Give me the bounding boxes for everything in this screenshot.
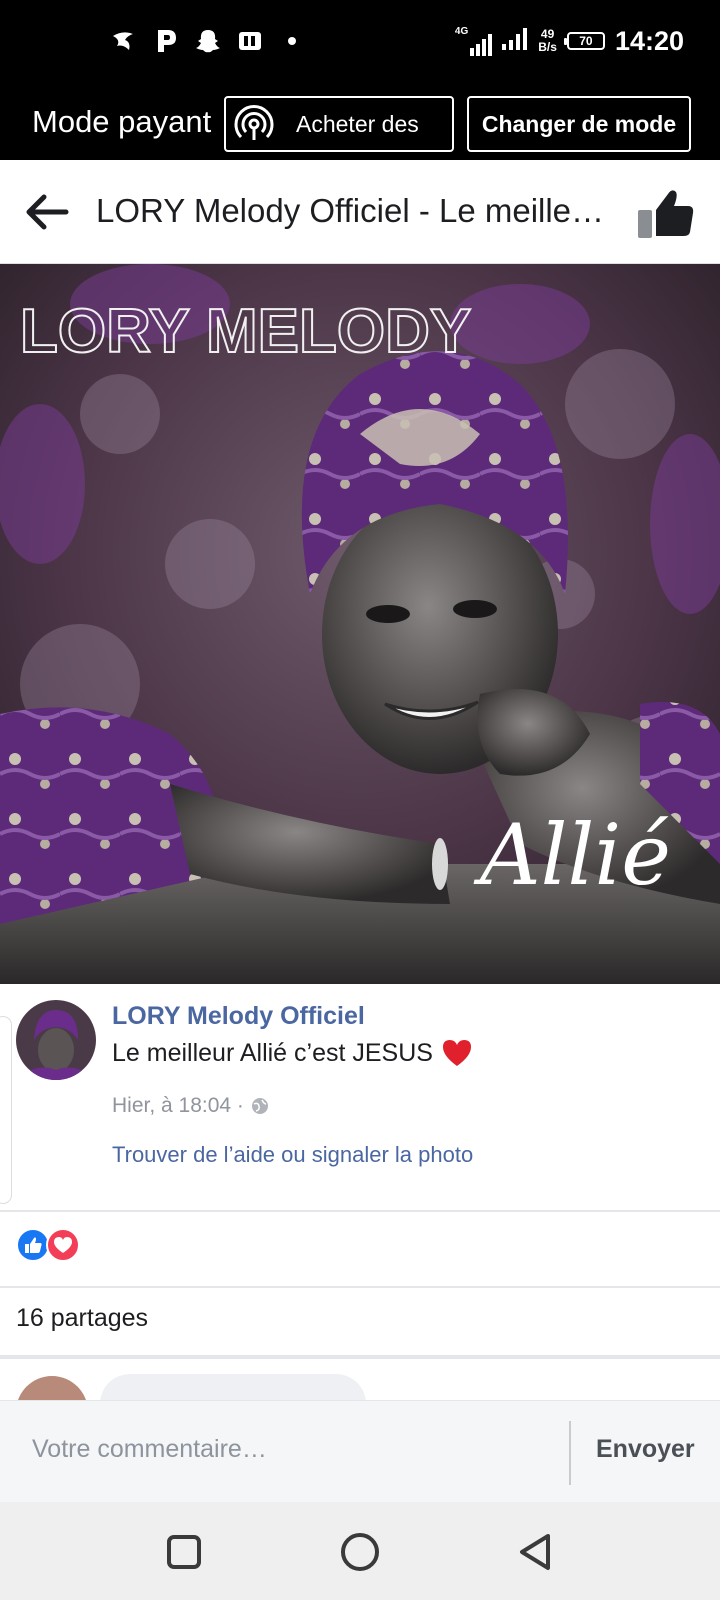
buy-data-button[interactable]: Acheter des bbox=[224, 96, 454, 152]
clock: 14:20 bbox=[614, 25, 684, 56]
paid-mode-bar: Mode payant Acheter des Changer de mode bbox=[0, 82, 720, 160]
buy-data-label: Acheter des bbox=[296, 110, 419, 137]
post-meta: Hier, à 18:04 · bbox=[112, 1094, 270, 1118]
author-avatar[interactable] bbox=[16, 1000, 96, 1080]
post-timestamp: Hier, à 18:04 · bbox=[112, 1094, 244, 1117]
photo-header: LORY Melody Officiel - Le meilleur Allié… bbox=[0, 160, 720, 264]
snapchat-ghost-icon bbox=[194, 27, 222, 55]
post-details: LORY Melody Officiel Le meilleur Allié c… bbox=[0, 984, 720, 1210]
square-icon bbox=[167, 1535, 201, 1569]
post-caption: Le meilleur Allié c’est JESUS bbox=[112, 1038, 473, 1068]
send-button[interactable]: Envoyer bbox=[596, 1435, 695, 1464]
comment-input[interactable]: Votre commentaire… bbox=[32, 1435, 267, 1464]
comment-preview bbox=[0, 1360, 720, 1400]
divider bbox=[0, 1210, 720, 1212]
data-speed: 49 B/s bbox=[538, 28, 557, 54]
love-reaction-icon bbox=[46, 1228, 80, 1262]
card-edge bbox=[0, 1016, 12, 1204]
circle-icon bbox=[341, 1533, 379, 1571]
like-reaction-icon bbox=[16, 1228, 50, 1262]
vpn-bird-icon bbox=[110, 27, 138, 55]
status-right: 4G 49 B/s 70 14:20 bbox=[455, 22, 684, 60]
signal-bars-icon bbox=[502, 27, 528, 55]
page-title: LORY Melody Officiel - Le meilleur Allié… bbox=[96, 192, 606, 229]
globe-icon bbox=[251, 1098, 268, 1114]
parking-p-icon bbox=[152, 27, 180, 55]
post-author[interactable]: LORY Melody Officiel bbox=[112, 1002, 365, 1031]
signal-4g-icon: 4G bbox=[454, 26, 493, 56]
speed-unit: B/s bbox=[538, 40, 557, 54]
avatar-image bbox=[16, 1000, 96, 1080]
system-nav-bar bbox=[0, 1502, 720, 1600]
reactions-summary[interactable] bbox=[16, 1228, 80, 1264]
system-back-button[interactable] bbox=[514, 1530, 558, 1574]
status-bar: 4G 49 B/s 70 14:20 bbox=[0, 0, 720, 82]
broadcast-icon bbox=[234, 105, 274, 140]
arrow-left-icon bbox=[26, 194, 69, 230]
share-count[interactable]: 16 partages bbox=[16, 1304, 148, 1333]
divider bbox=[0, 1286, 720, 1288]
dot-icon bbox=[278, 27, 306, 55]
network-type: 4G bbox=[454, 26, 469, 37]
comment-composer: Votre commentaire… Envoyer bbox=[0, 1400, 720, 1502]
brand-overlay-text: LORY MELODY bbox=[20, 297, 471, 366]
triangle-back-icon bbox=[520, 1534, 550, 1570]
like-button[interactable] bbox=[636, 188, 696, 240]
home-button[interactable] bbox=[338, 1530, 382, 1574]
photo-artwork: LORY MELODY Allié bbox=[0, 264, 720, 984]
notification-icons bbox=[110, 24, 306, 58]
change-mode-button[interactable]: Changer de mode bbox=[467, 96, 691, 152]
back-button[interactable] bbox=[22, 188, 72, 236]
divider bbox=[0, 1355, 720, 1359]
comment-bubble[interactable] bbox=[100, 1374, 366, 1400]
battery-level: 70 bbox=[579, 34, 593, 48]
recents-button[interactable] bbox=[162, 1530, 206, 1574]
post-photo[interactable]: LORY MELODY Allié bbox=[0, 264, 720, 984]
mode-label: Mode payant bbox=[32, 104, 212, 139]
red-heart-icon bbox=[442, 1040, 471, 1066]
signature-overlay-text: Allié bbox=[473, 806, 671, 904]
report-photo-link[interactable]: Trouver de l’aide ou signaler la photo bbox=[112, 1142, 473, 1168]
thumbs-up-icon bbox=[638, 190, 694, 238]
battery-icon: 70 bbox=[563, 32, 605, 50]
commenter-avatar[interactable] bbox=[16, 1376, 88, 1400]
flash-app-icon bbox=[236, 27, 264, 55]
composer-separator bbox=[569, 1421, 571, 1485]
caption-text: Le meilleur Allié c’est JESUS bbox=[112, 1038, 433, 1067]
